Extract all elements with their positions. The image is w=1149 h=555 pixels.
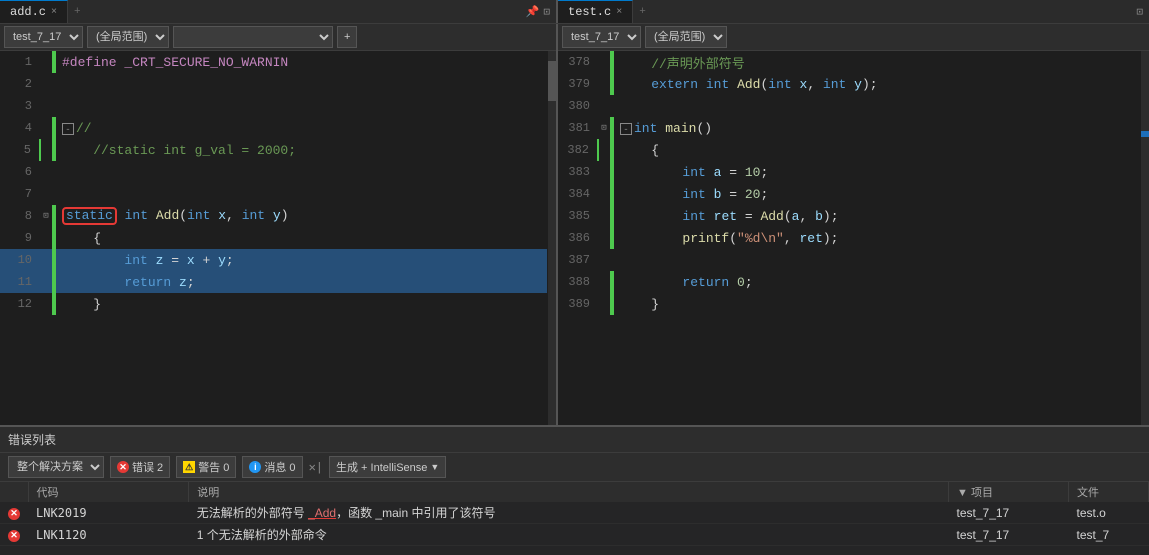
error-list-title: 错误列表: [8, 431, 56, 448]
error-list-body: 代码 说明 ▼ 项目 文件 ✕ LNK2019 无法解析的外部符号 _Add，函…: [0, 482, 1149, 555]
table-row: 10 int z = x + y;: [0, 249, 547, 271]
tab-test-c[interactable]: test.c ×: [558, 0, 633, 23]
col-desc-header: 说明: [189, 482, 949, 502]
error-icon: ✕: [117, 461, 129, 473]
warning-count-label: 警告 0: [198, 459, 229, 475]
table-row: 380: [558, 95, 1140, 117]
error-list-panel: 错误列表 整个解决方案 ✕ 错误 2 ⚠ 警告 0 i 消息 0 ✕| 生成 +…: [0, 425, 1149, 555]
right-editor-toolbar: test_7_17 (全局范围): [558, 24, 1149, 51]
table-row: 379 extern int Add(int x, int y);: [558, 73, 1140, 95]
right-scope-select2[interactable]: (全局范围): [645, 26, 727, 48]
table-row: 382 {: [558, 139, 1140, 161]
error-row-1[interactable]: ✕ LNK2019 无法解析的外部符号 _Add，函数 _main 中引用了该符…: [0, 502, 1149, 524]
error-count-btn[interactable]: ✕ 错误 2: [110, 456, 170, 478]
error-row-icon-2: ✕: [0, 524, 28, 546]
error-list-toolbar: 整个解决方案 ✕ 错误 2 ⚠ 警告 0 i 消息 0 ✕| 生成 + Inte…: [0, 453, 1149, 482]
col-icon-header: [0, 482, 28, 502]
left-scrollbar[interactable]: [548, 51, 556, 425]
left-scope-select1[interactable]: test_7_17: [4, 26, 83, 48]
error-code-2: LNK1120: [28, 524, 189, 546]
table-row: 381 ⊡ -int main(): [558, 117, 1140, 139]
tab-add-c[interactable]: add.c ×: [0, 0, 68, 23]
right-scrollbar[interactable]: [1141, 51, 1149, 425]
right-scope-select1[interactable]: test_7_17: [562, 26, 641, 48]
tab-add-c-close[interactable]: ×: [51, 7, 57, 18]
tab-test-c-close[interactable]: ×: [616, 7, 622, 18]
tab-add-c-label: add.c: [10, 5, 46, 19]
table-row: 7: [0, 183, 547, 205]
error-count-label: 错误 2: [132, 459, 163, 475]
error-scope-select[interactable]: 整个解决方案: [8, 456, 104, 478]
left-editor-toolbar: test_7_17 (全局范围) +: [0, 24, 556, 51]
right-code-area: 378 //声明外部符号 379 extern int Add(int x, i…: [558, 51, 1141, 425]
warning-count-btn[interactable]: ⚠ 警告 0: [176, 456, 236, 478]
error-project-1: test_7_17: [949, 502, 1069, 524]
error-project-2: test_7_17: [949, 524, 1069, 546]
table-row: 386 printf("%d\n", ret);: [558, 227, 1140, 249]
error-row-icon-1: ✕: [0, 502, 28, 524]
left-code-area: 1 #define _CRT_SECURE_NO_WARNIN 2: [0, 51, 548, 425]
table-row: 12 }: [0, 293, 547, 315]
left-add-btn[interactable]: +: [337, 26, 357, 48]
table-row: 387: [558, 249, 1140, 271]
table-row: 5 //static int g_val = 2000;: [0, 139, 547, 161]
table-row: 388 return 0;: [558, 271, 1140, 293]
expand-left-icon[interactable]: ⊡: [543, 5, 550, 19]
tab-right-new[interactable]: +: [633, 0, 652, 23]
pin-right-icon[interactable]: ⊡: [1136, 5, 1143, 19]
error-icon-2: ✕: [8, 530, 20, 542]
table-row: 389 }: [558, 293, 1140, 315]
col-code-header: 代码: [28, 482, 189, 502]
build-btn-label: 生成 + IntelliSense: [336, 459, 427, 475]
error-list-header: 错误列表: [0, 427, 1149, 453]
col-project-header: ▼ 项目: [949, 482, 1069, 502]
build-dropdown-icon[interactable]: ▼: [430, 462, 439, 472]
build-intellisense-btn[interactable]: 生成 + IntelliSense ▼: [329, 456, 446, 478]
error-code-1: LNK2019: [28, 502, 189, 524]
warning-icon: ⚠: [183, 461, 195, 473]
pin-left-icon[interactable]: 📌: [526, 5, 540, 19]
table-row: 384 int b = 20;: [558, 183, 1140, 205]
message-count-btn[interactable]: i 消息 0: [242, 456, 302, 478]
table-row: 11 return z;: [0, 271, 547, 293]
table-row: 378 //声明外部符号: [558, 51, 1140, 73]
table-row: 383 int a = 10;: [558, 161, 1140, 183]
tab-left-new[interactable]: +: [68, 0, 87, 23]
error-file-2: test_7: [1069, 524, 1149, 546]
filter-icon: ✕|: [309, 460, 323, 475]
table-row: 6: [0, 161, 547, 183]
tab-test-c-label: test.c: [568, 5, 611, 19]
error-icon-1: ✕: [8, 508, 20, 520]
left-scope-select3[interactable]: [173, 26, 333, 48]
error-row-2[interactable]: ✕ LNK1120 1 个无法解析的外部命令 test_7_17 test_7: [0, 524, 1149, 546]
table-row: 4 -//: [0, 117, 547, 139]
error-desc-2: 1 个无法解析的外部命令: [189, 524, 949, 546]
error-file-1: test.o: [1069, 502, 1149, 524]
error-desc-1: 无法解析的外部符号 _Add，函数 _main 中引用了该符号: [189, 502, 949, 524]
col-file-header: 文件: [1069, 482, 1149, 502]
info-icon: i: [249, 461, 261, 473]
message-count-label: 消息 0: [264, 459, 295, 475]
table-row: 9 {: [0, 227, 547, 249]
table-row: 2: [0, 73, 547, 95]
table-row: 385 int ret = Add(a, b);: [558, 205, 1140, 227]
table-row: 3: [0, 95, 547, 117]
left-scope-select2[interactable]: (全局范围): [87, 26, 169, 48]
table-row: 1 #define _CRT_SECURE_NO_WARNIN: [0, 51, 547, 73]
table-row: 8 ⊡ static int Add(int x, int y): [0, 205, 547, 227]
